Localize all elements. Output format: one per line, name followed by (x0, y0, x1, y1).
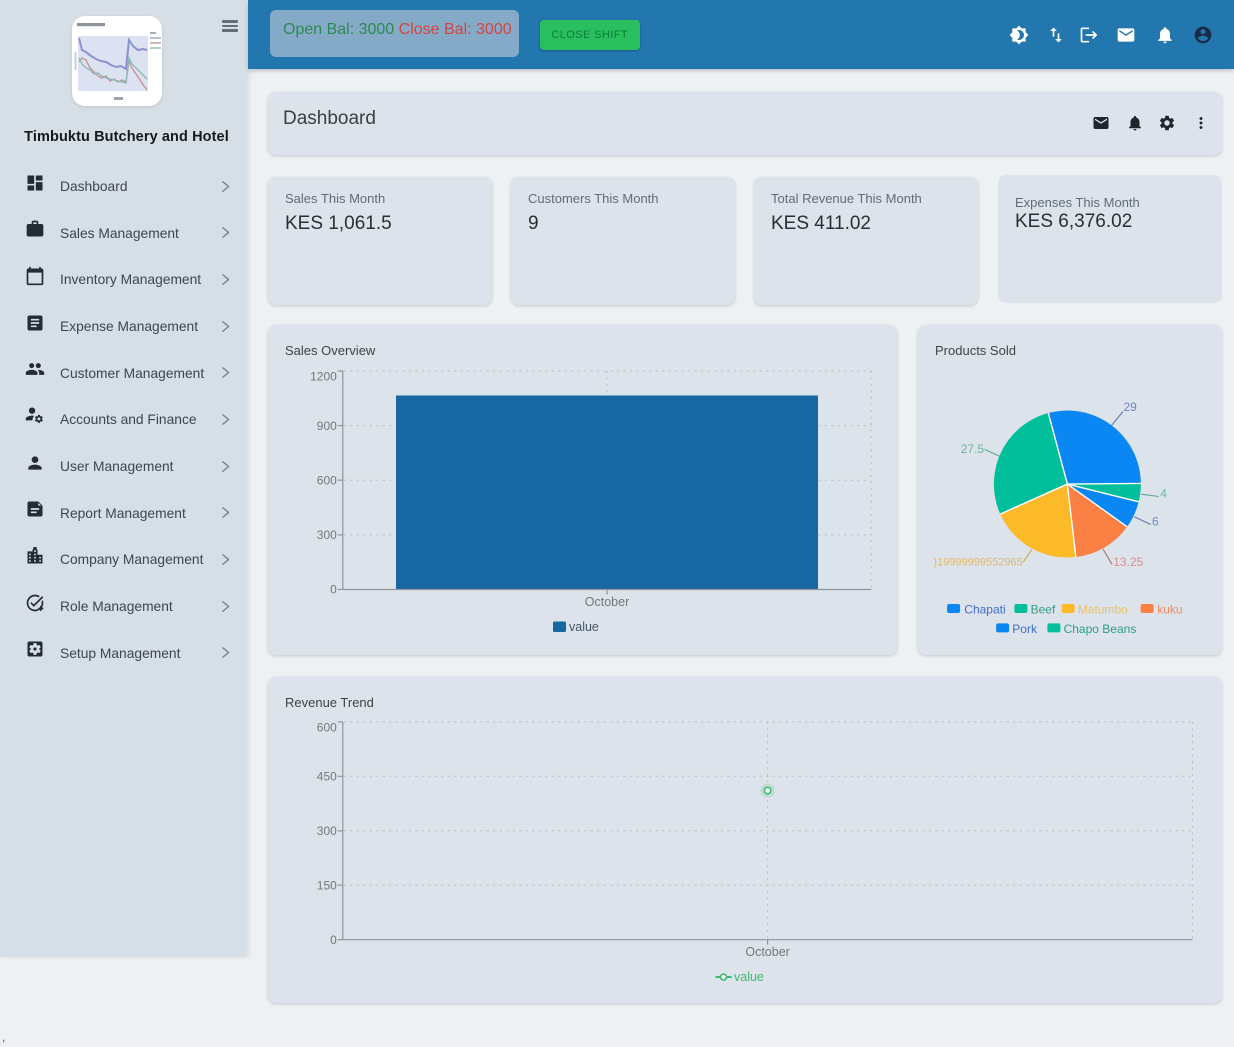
svg-text:13.25: 13.25 (1113, 555, 1143, 569)
svg-text:value: value (734, 970, 764, 984)
svg-text:450: 450 (317, 770, 337, 784)
svg-text:)19999999552965: )19999999552965 (933, 557, 1022, 569)
svg-text:4: 4 (1160, 487, 1167, 501)
svg-text:October: October (585, 595, 629, 609)
svg-text:27.5: 27.5 (961, 442, 985, 456)
svg-text:300: 300 (317, 824, 337, 838)
svg-text:0: 0 (330, 933, 337, 947)
svg-text:kuku: kuku (1157, 603, 1182, 617)
svg-text:600: 600 (317, 473, 337, 487)
svg-text:Pork: Pork (1012, 622, 1038, 636)
svg-text:value: value (569, 620, 599, 634)
svg-text:900: 900 (317, 419, 337, 433)
svg-text:1200: 1200 (310, 370, 337, 384)
svg-text:6: 6 (1152, 515, 1159, 529)
svg-text:Chapo Beans: Chapo Beans (1064, 622, 1137, 636)
svg-text:29: 29 (1124, 400, 1138, 414)
svg-text:Chapati: Chapati (964, 603, 1005, 617)
svg-text:150: 150 (317, 878, 337, 892)
svg-text:600: 600 (317, 720, 337, 734)
svg-text:Beef: Beef (1031, 603, 1056, 617)
svg-text:October: October (745, 945, 789, 959)
svg-text:300: 300 (317, 528, 337, 542)
svg-text:Matumbo: Matumbo (1078, 603, 1128, 617)
svg-text:0: 0 (330, 583, 337, 597)
